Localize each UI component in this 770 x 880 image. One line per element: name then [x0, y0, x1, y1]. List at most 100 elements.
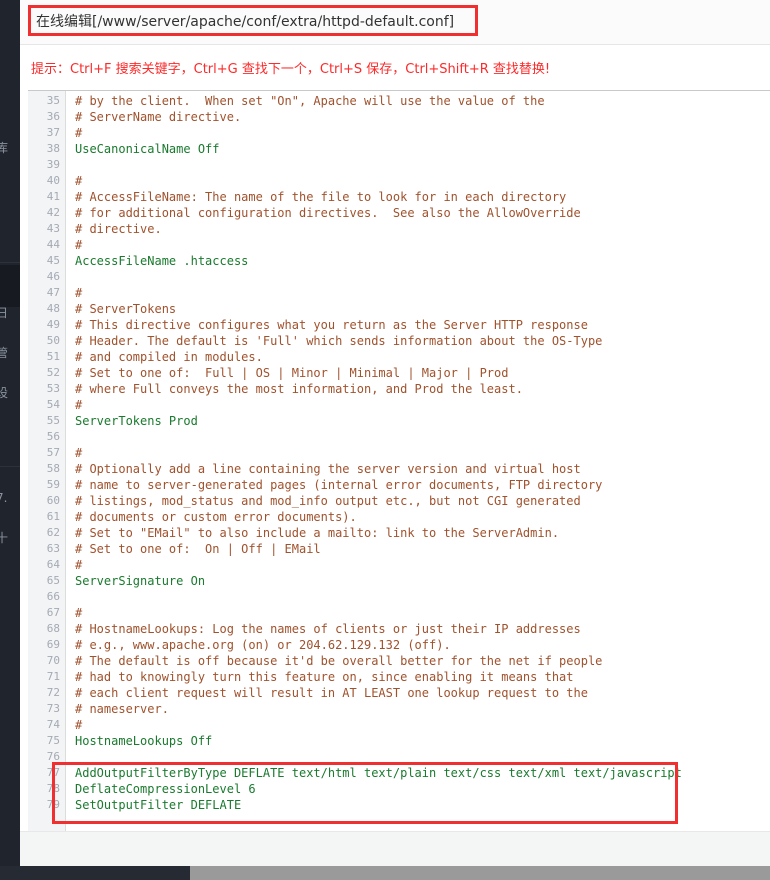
code-line[interactable]: 66 [28, 589, 770, 605]
code-line[interactable]: 37 # [28, 125, 770, 141]
code-line[interactable]: 46 [28, 269, 770, 285]
line-content[interactable]: # HostnameLookups: Log the names of clie… [75, 621, 581, 637]
line-content[interactable]: # had to knowingly turn this feature on,… [75, 669, 574, 685]
sidebar-active-indicator [0, 265, 20, 307]
code-line[interactable]: 47 # [28, 285, 770, 301]
code-line[interactable]: 56 [28, 429, 770, 445]
code-line[interactable]: 45 AccessFileName .htaccess [28, 253, 770, 269]
line-content[interactable]: # Set to one of: Full | OS | Minor | Min… [75, 365, 508, 381]
line-content[interactable]: # [75, 237, 82, 253]
sidebar-item-0[interactable]: 库 [0, 140, 20, 156]
code-line[interactable]: 58 # Optionally add a line containing the… [28, 461, 770, 477]
code-line[interactable]: 38 UseCanonicalName Off [28, 141, 770, 157]
line-content[interactable]: # Set to "EMail" to also include a mailt… [75, 525, 559, 541]
code-line[interactable]: 53 # where Full conveys the most informat… [28, 381, 770, 397]
line-content[interactable]: # nameserver. [75, 701, 169, 717]
code-line[interactable]: 59 # name to server-generated pages (inte… [28, 477, 770, 493]
line-content[interactable]: UseCanonicalName Off [75, 141, 220, 157]
line-content[interactable]: HostnameLookups Off [75, 733, 212, 749]
line-content[interactable]: # [75, 285, 82, 301]
code-line[interactable]: 42 # for additional configuration directi… [28, 205, 770, 221]
code-line[interactable]: 43 # directive. [28, 221, 770, 237]
code-line[interactable]: 76 [28, 749, 770, 765]
sidebar-item-3[interactable]: 设 [0, 385, 20, 401]
line-content[interactable]: SetOutputFilter DEFLATE [75, 797, 241, 813]
code-line[interactable]: 40 # [28, 173, 770, 189]
line-content[interactable]: # [75, 445, 82, 461]
line-content[interactable]: # [75, 717, 82, 733]
line-content[interactable]: AccessFileName .htaccess [75, 253, 248, 269]
code-line[interactable]: 68 # HostnameLookups: Log the names of cl… [28, 621, 770, 637]
code-line[interactable]: 54 # [28, 397, 770, 413]
code-line[interactable]: 69 # e.g., www.apache.org (on) or 204.62.… [28, 637, 770, 653]
sidebar-item-5[interactable]: 十 [0, 530, 20, 546]
line-content[interactable]: # [75, 397, 82, 413]
horizontal-scrollbar-thumb[interactable] [0, 866, 190, 880]
line-content[interactable]: # by the client. When set "On", Apache w… [75, 93, 545, 109]
line-number: 78 [46, 782, 60, 795]
code-line[interactable]: 67 # [28, 605, 770, 621]
line-content[interactable]: # Header. The default is 'Full' which se… [75, 333, 602, 349]
line-content[interactable]: # The default is off because it'd be ove… [75, 653, 602, 669]
code-line[interactable]: 73 # nameserver. [28, 701, 770, 717]
line-content[interactable]: # for additional configuration directive… [75, 205, 581, 221]
line-content[interactable]: # ServerName directive. [75, 109, 241, 125]
line-content[interactable]: # and compiled in modules. [75, 349, 263, 365]
line-content[interactable]: # [75, 173, 82, 189]
code-line[interactable]: 48 # ServerTokens [28, 301, 770, 317]
line-content[interactable]: # Set to one of: On | Off | EMail [75, 541, 321, 557]
line-content[interactable]: # [75, 125, 82, 141]
code-line[interactable]: 63 # Set to one of: On | Off | EMail [28, 541, 770, 557]
line-content[interactable]: # where Full conveys the most informatio… [75, 381, 523, 397]
sidebar-item-2[interactable]: 管 [0, 345, 20, 361]
line-content[interactable]: # listings, mod_status and mod_info outp… [75, 493, 581, 509]
line-content[interactable]: # ServerTokens [75, 301, 176, 317]
code-line[interactable]: 79 SetOutputFilter DEFLATE [28, 797, 770, 813]
code-line[interactable]: 44 # [28, 237, 770, 253]
page-title: 在线编辑[/www/server/apache/conf/extra/httpd… [36, 14, 455, 30]
line-content[interactable]: # each client request will result in AT … [75, 685, 588, 701]
code-line[interactable]: 60 # listings, mod_status and mod_info ou… [28, 493, 770, 509]
app-sidebar[interactable]: 库 日 管 设 7. 十 [0, 0, 20, 866]
code-line[interactable]: 65 ServerSignature On [28, 573, 770, 589]
code-line[interactable]: 36 # ServerName directive. [28, 109, 770, 125]
line-content[interactable]: DeflateCompressionLevel 6 [75, 781, 256, 797]
line-content[interactable]: # name to server-generated pages (intern… [75, 477, 602, 493]
code-line[interactable]: 49 # This directive configures what you r… [28, 317, 770, 333]
sidebar-item-4[interactable]: 7. [0, 490, 20, 506]
line-content[interactable]: ServerTokens Prod [75, 413, 198, 429]
code-editor[interactable]: 35 # by the client. When set "On", Apache… [28, 90, 770, 831]
code-line[interactable]: 51 # and compiled in modules. [28, 349, 770, 365]
code-line[interactable]: 57 # [28, 445, 770, 461]
code-line[interactable]: 55 ServerTokens Prod [28, 413, 770, 429]
code-line[interactable]: 77 AddOutputFilterByType DEFLATE text/htm… [28, 765, 770, 781]
line-content[interactable]: AddOutputFilterByType DEFLATE text/html … [75, 765, 682, 781]
line-content[interactable]: # documents or custom error documents). [75, 509, 357, 525]
line-content[interactable]: ServerSignature On [75, 573, 205, 589]
code-line[interactable]: 64 # [28, 557, 770, 573]
horizontal-scrollbar[interactable] [0, 866, 770, 880]
code-line[interactable]: 70 # The default is off because it'd be o… [28, 653, 770, 669]
code-line[interactable]: 39 [28, 157, 770, 173]
code-line[interactable]: 75 HostnameLookups Off [28, 733, 770, 749]
sidebar-item-1[interactable]: 日 [0, 305, 20, 321]
code-line[interactable]: 52 # Set to one of: Full | OS | Minor | M… [28, 365, 770, 381]
line-content[interactable]: # [75, 557, 82, 573]
code-line[interactable]: 62 # Set to "EMail" to also include a mai… [28, 525, 770, 541]
code-line[interactable]: 71 # had to knowingly turn this feature o… [28, 669, 770, 685]
line-content[interactable]: # directive. [75, 221, 162, 237]
line-content[interactable]: # e.g., www.apache.org (on) or 204.62.12… [75, 637, 451, 653]
line-content[interactable]: # [75, 605, 82, 621]
line-content[interactable]: # AccessFileName: The name of the file t… [75, 189, 566, 205]
code-line[interactable]: 72 # each client request will result in A… [28, 685, 770, 701]
code-line[interactable]: 78 DeflateCompressionLevel 6 [28, 781, 770, 797]
code-lines[interactable]: 35 # by the client. When set "On", Apache… [28, 93, 770, 813]
line-content[interactable]: # Optionally add a line containing the s… [75, 461, 581, 477]
code-line[interactable]: 74 # [28, 717, 770, 733]
code-line[interactable]: 50 # Header. The default is 'Full' which … [28, 333, 770, 349]
code-line[interactable]: 41 # AccessFileName: The name of the file… [28, 189, 770, 205]
line-content[interactable]: # This directive configures what you ret… [75, 317, 588, 333]
code-line[interactable]: 61 # documents or custom error documents)… [28, 509, 770, 525]
code-line[interactable]: 35 # by the client. When set "On", Apache… [28, 93, 770, 109]
line-number: 70 [46, 654, 60, 667]
